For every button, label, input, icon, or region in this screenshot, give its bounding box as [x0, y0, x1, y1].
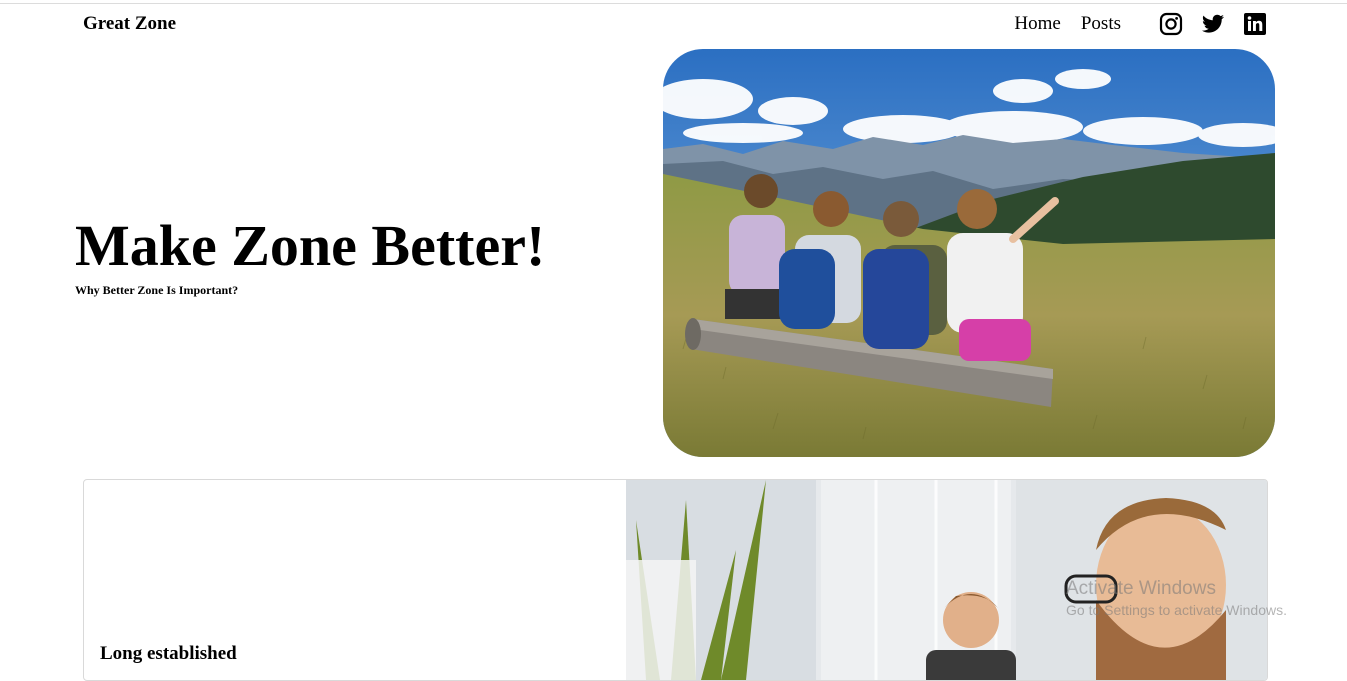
- linkedin-icon[interactable]: [1243, 12, 1267, 36]
- hero-title: Make Zone Better!: [75, 213, 546, 278]
- hero-image: [663, 49, 1275, 457]
- watermark-title: Activate Windows: [1066, 578, 1216, 599]
- card-title: Long established: [100, 643, 237, 664]
- instagram-icon[interactable]: [1159, 12, 1183, 36]
- brand-logo[interactable]: Great Zone: [83, 13, 176, 35]
- twitter-icon[interactable]: [1201, 12, 1225, 36]
- top-divider: [0, 3, 1347, 4]
- nav-posts-link[interactable]: Posts: [1081, 13, 1121, 35]
- nav-menu: Home Posts: [1014, 12, 1267, 36]
- nav-home-link[interactable]: Home: [1014, 13, 1060, 35]
- windows-activation-watermark: Activate Windows Go to Settings to activ…: [1066, 578, 1287, 618]
- hero-subtitle: Why Better Zone Is Important?: [75, 283, 239, 297]
- watermark-subtitle: Go to Settings to activate Windows.: [1066, 602, 1287, 618]
